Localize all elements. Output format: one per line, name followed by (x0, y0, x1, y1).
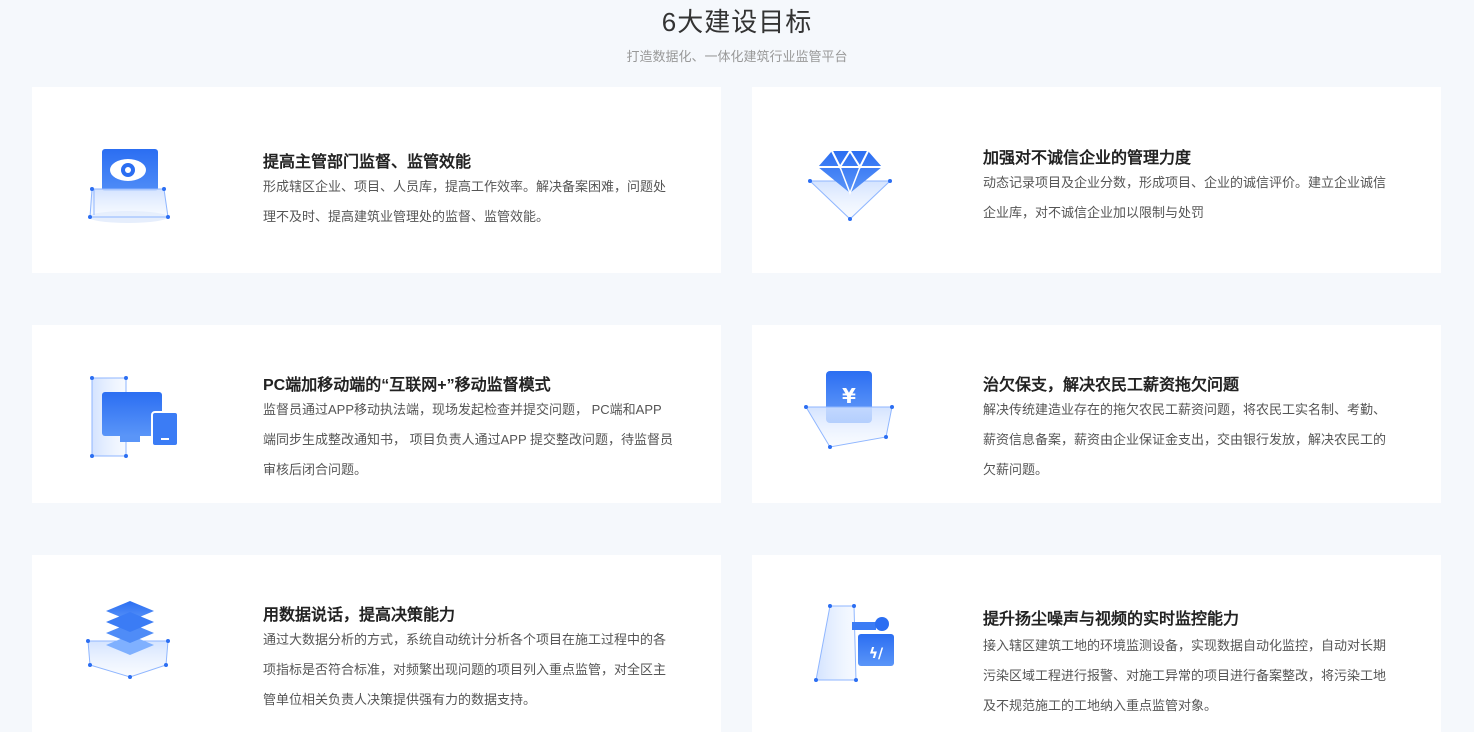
card-description: 通过大数据分析的方式，系统自动统计分析各个项目在施工过程中的各项指标是否符合标准… (263, 632, 667, 707)
card-title: PC端加移动端的“互联网+”移动监督模式 (263, 377, 551, 394)
card-title: 治欠保支，解决农民工薪资拖欠问题 (983, 377, 1240, 394)
section-title: 6大建设目标 (661, 7, 813, 37)
environment-monitor-icon: ϟ/ (802, 600, 942, 710)
goal-card-supervision: 提高主管部门监督、监管效能 形成辖区企业、项目、人员库，提高工作效率。解决备案困… (32, 87, 721, 273)
card-description: 接入辖区建筑工地的环境监测设备，实现数据自动化监控，自动对长期污染区域工程进行报… (983, 638, 1387, 713)
card-title: 用数据说话，提高决策能力 (263, 607, 456, 624)
goal-card-wages: ¥ 治欠保支，解决农民工薪资拖欠问题 解决传统建造业存在的拖欠农民工薪资问题，将… (752, 325, 1441, 503)
svg-text:¥: ¥ (842, 384, 856, 408)
section-subtitle: 打造数据化、一体化建筑行业监管平台 (626, 49, 848, 64)
pc-mobile-devices-icon (82, 370, 222, 480)
diamond-icon (802, 139, 942, 249)
goal-card-data-decision: 用数据说话，提高决策能力 通过大数据分析的方式，系统自动统计分析各个项目在施工过… (32, 555, 721, 732)
card-description: 形成辖区企业、项目、人员库，提高工作效率。解决备案困难，问题处理不及时、提高建筑… (263, 179, 667, 224)
svg-text:ϟ/: ϟ/ (869, 646, 884, 662)
card-description: 动态记录项目及企业分数，形成项目、企业的诚信评价。建立企业诚信企业库，对不诚信企… (983, 175, 1387, 220)
goal-card-credit: 加强对不诚信企业的管理力度 动态记录项目及企业分数，形成项目、企业的诚信评价。建… (752, 87, 1441, 273)
eye-monitor-icon (82, 139, 222, 249)
goal-card-environment-monitoring: ϟ/ 提升扬尘噪声与视频的实时监控能力 接入辖区建筑工地的环境监测设备，实现数据… (752, 555, 1441, 732)
yen-receipt-icon: ¥ (802, 365, 942, 475)
goal-card-mobile-supervision: PC端加移动端的“互联网+”移动监督模式 监督员通过APP移动执法端，现场发起检… (32, 325, 721, 503)
card-title: 提高主管部门监督、监管效能 (263, 154, 472, 171)
card-description: 解决传统建造业存在的拖欠农民工薪资问题，将农民工实名制、考勤、薪资信息备案，薪资… (983, 402, 1387, 477)
data-layers-icon (82, 595, 222, 705)
card-title: 提升扬尘噪声与视频的实时监控能力 (983, 611, 1240, 628)
card-title: 加强对不诚信企业的管理力度 (983, 150, 1192, 167)
card-description: 监督员通过APP移动执法端，现场发起检查并提交问题， PC端和APP端同步生成整… (263, 402, 674, 477)
